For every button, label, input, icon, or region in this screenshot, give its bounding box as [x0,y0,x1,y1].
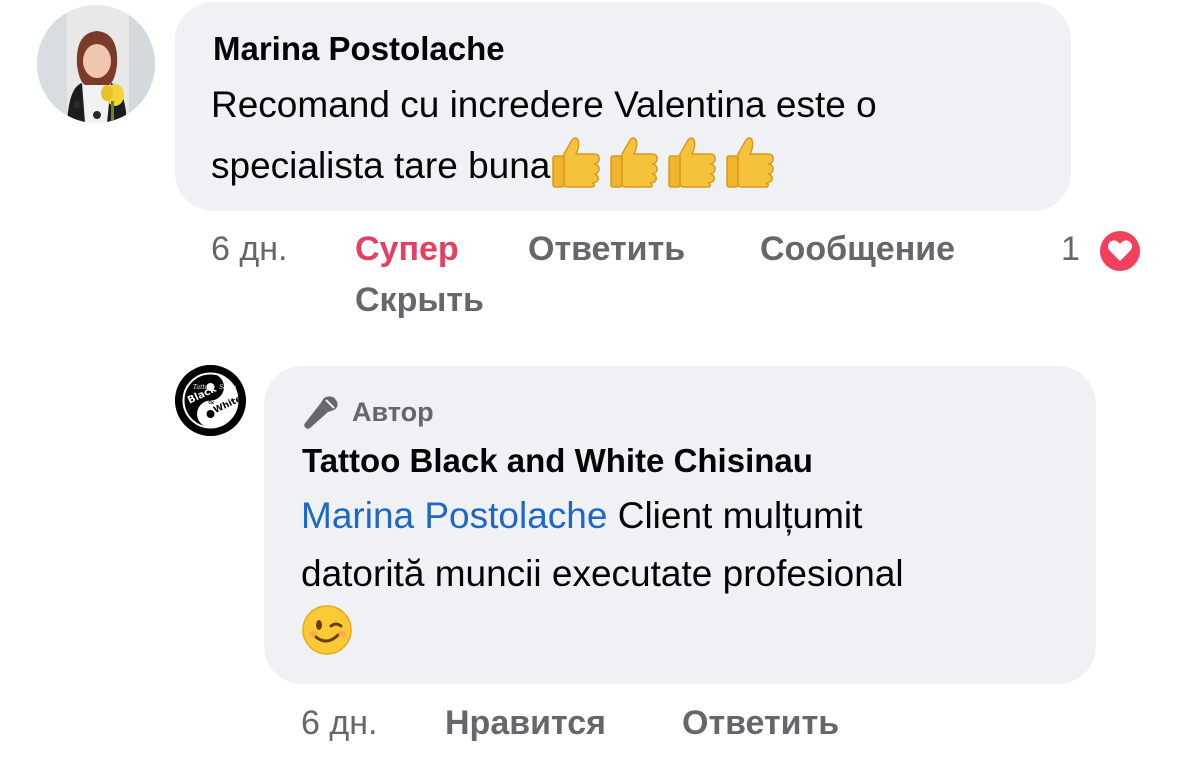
thumbs-up-icon [608,137,666,188]
love-reaction-icon[interactable] [1096,227,1144,275]
reply-button[interactable]: Ответить [528,230,685,269]
thumbs-up-icon [666,137,724,188]
winking-face-icon [302,605,352,655]
hide-button[interactable]: Скрыть [355,281,484,320]
microphone-icon [304,396,338,429]
logo-text-salon: Salon [219,384,236,391]
comment-text-line-1: Recomand cu incredere Valentina este o [211,84,877,125]
page-logo-avatar[interactable]: Tattoo Black & White Salon [175,365,246,436]
reply-reply-button[interactable]: Ответить [682,704,839,743]
reply-text-line-2: datorită muncii executate profesional [301,553,904,594]
reply-author-name[interactable]: Tattoo Black and White Chisinau [302,442,813,480]
logo-text-amp: & [208,397,214,406]
mention-link[interactable]: Marina Postolache [301,495,607,536]
comment-author-name[interactable]: Marina Postolache [213,30,505,68]
reaction-count[interactable]: 1 [1061,230,1080,269]
reply-timestamp[interactable]: 6 дн. [301,704,377,743]
comment-text-line-2-text: specialista tare buna [211,145,551,186]
commenter-avatar[interactable] [37,5,155,123]
author-badge: Автор [302,393,434,431]
like-button[interactable]: Нравится [445,704,606,743]
comment-text-line-2: specialista tare buna [211,134,877,195]
reply-text-line-1: Marina Postolache Client mulțumit [301,487,904,545]
super-reaction-button[interactable]: Супер [355,230,459,269]
reply-text-part-1: Client mulțumit [607,495,863,536]
thumbs-up-icon [724,137,782,188]
comment-timestamp[interactable]: 6 дн. [211,230,287,269]
comment-text: Recomand cu incredere Valentina este o s… [211,76,877,195]
reply-text: Marina Postolache Client mulțumit datori… [301,487,904,661]
reply-text-line-3 [301,603,904,661]
author-badge-label: Автор [352,396,434,427]
thumbs-up-icon [550,137,608,188]
message-button[interactable]: Сообщение [760,230,955,269]
